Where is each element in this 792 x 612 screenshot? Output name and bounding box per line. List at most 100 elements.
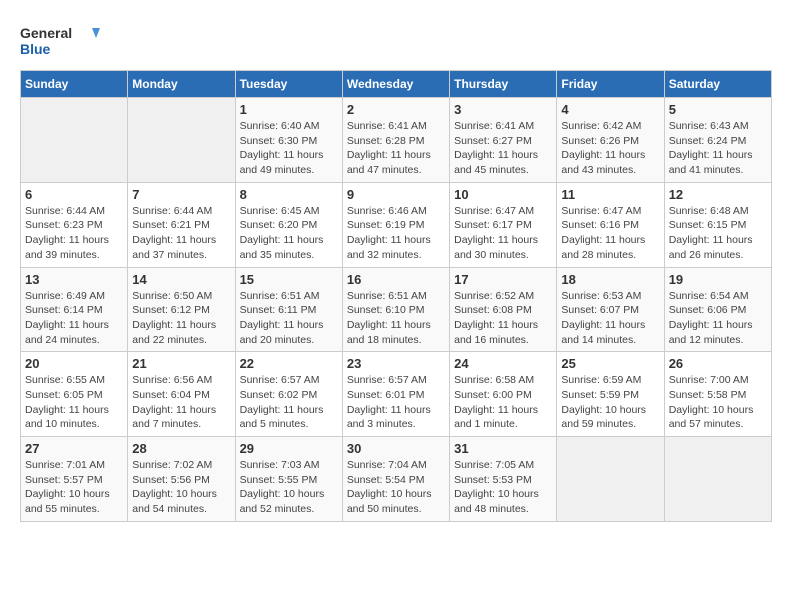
day-cell: 3 Sunrise: 6:41 AMSunset: 6:27 PMDaylight… [450, 98, 557, 183]
day-info: Sunrise: 6:47 AMSunset: 6:17 PMDaylight:… [454, 204, 552, 263]
day-info: Sunrise: 6:49 AMSunset: 6:14 PMDaylight:… [25, 289, 123, 348]
week-row-1: 1 Sunrise: 6:40 AMSunset: 6:30 PMDaylight… [21, 98, 772, 183]
day-cell: 9Sunrise: 6:46 AMSunset: 6:19 PMDaylight… [342, 182, 449, 267]
day-number: 21 [132, 356, 230, 371]
day-cell: 18Sunrise: 6:53 AMSunset: 6:07 PMDayligh… [557, 267, 664, 352]
day-info: Sunrise: 6:58 AMSunset: 6:00 PMDaylight:… [454, 373, 552, 432]
week-row-3: 13 Sunrise: 6:49 AMSunset: 6:14 PMDayligh… [21, 267, 772, 352]
weekday-header-sunday: Sunday [21, 71, 128, 98]
day-info: Sunrise: 7:02 AMSunset: 5:56 PMDaylight:… [132, 458, 230, 517]
day-info: Sunrise: 6:43 AMSunset: 6:24 PMDaylight:… [669, 119, 767, 178]
day-number: 8 [240, 187, 338, 202]
day-info: Sunrise: 6:54 AMSunset: 6:06 PMDaylight:… [669, 289, 767, 348]
day-info: Sunrise: 6:57 AMSunset: 6:01 PMDaylight:… [347, 373, 445, 432]
day-number: 25 [561, 356, 659, 371]
day-cell: 14 Sunrise: 6:50 AMSunset: 6:12 PMDayligh… [128, 267, 235, 352]
day-cell: 16 Sunrise: 6:51 AMSunset: 6:10 PMDayligh… [342, 267, 449, 352]
logo-svg: General Blue [20, 20, 100, 60]
day-info: Sunrise: 6:41 AMSunset: 6:28 PMDaylight:… [347, 119, 445, 178]
day-info: Sunrise: 6:50 AMSunset: 6:12 PMDaylight:… [132, 289, 230, 348]
week-row-2: 6 Sunrise: 6:44 AMSunset: 6:23 PMDaylight… [21, 182, 772, 267]
day-cell: 12Sunrise: 6:48 AMSunset: 6:15 PMDayligh… [664, 182, 771, 267]
day-info: Sunrise: 6:45 AMSunset: 6:20 PMDaylight:… [240, 204, 338, 263]
day-cell: 1 Sunrise: 6:40 AMSunset: 6:30 PMDaylight… [235, 98, 342, 183]
day-number: 18 [561, 272, 659, 287]
day-cell: 30 Sunrise: 7:04 AMSunset: 5:54 PMDayligh… [342, 437, 449, 522]
weekday-header-monday: Monday [128, 71, 235, 98]
day-number: 20 [25, 356, 123, 371]
weekday-header-row: SundayMondayTuesdayWednesdayThursdayFrid… [21, 71, 772, 98]
day-cell: 31 Sunrise: 7:05 AMSunset: 5:53 PMDayligh… [450, 437, 557, 522]
day-cell [128, 98, 235, 183]
day-cell: 17 Sunrise: 6:52 AMSunset: 6:08 PMDayligh… [450, 267, 557, 352]
day-number: 27 [25, 441, 123, 456]
day-cell: 23 Sunrise: 6:57 AMSunset: 6:01 PMDayligh… [342, 352, 449, 437]
day-number: 31 [454, 441, 552, 456]
day-info: Sunrise: 7:04 AMSunset: 5:54 PMDaylight:… [347, 458, 445, 517]
day-cell: 24Sunrise: 6:58 AMSunset: 6:00 PMDayligh… [450, 352, 557, 437]
day-info: Sunrise: 6:51 AMSunset: 6:11 PMDaylight:… [240, 289, 338, 348]
day-number: 1 [240, 102, 338, 117]
day-number: 26 [669, 356, 767, 371]
day-cell: 11Sunrise: 6:47 AMSunset: 6:16 PMDayligh… [557, 182, 664, 267]
day-info: Sunrise: 7:01 AMSunset: 5:57 PMDaylight:… [25, 458, 123, 517]
day-cell: 5Sunrise: 6:43 AMSunset: 6:24 PMDaylight… [664, 98, 771, 183]
day-info: Sunrise: 6:44 AMSunset: 6:21 PMDaylight:… [132, 204, 230, 263]
day-number: 30 [347, 441, 445, 456]
svg-text:General: General [20, 25, 72, 41]
day-number: 11 [561, 187, 659, 202]
day-number: 13 [25, 272, 123, 287]
day-info: Sunrise: 6:41 AMSunset: 6:27 PMDaylight:… [454, 119, 552, 178]
day-info: Sunrise: 6:55 AMSunset: 6:05 PMDaylight:… [25, 373, 123, 432]
day-cell [21, 98, 128, 183]
day-info: Sunrise: 6:40 AMSunset: 6:30 PMDaylight:… [240, 119, 338, 178]
day-number: 6 [25, 187, 123, 202]
day-cell: 7 Sunrise: 6:44 AMSunset: 6:21 PMDaylight… [128, 182, 235, 267]
week-row-4: 20 Sunrise: 6:55 AMSunset: 6:05 PMDayligh… [21, 352, 772, 437]
day-cell: 29 Sunrise: 7:03 AMSunset: 5:55 PMDayligh… [235, 437, 342, 522]
day-info: Sunrise: 6:52 AMSunset: 6:08 PMDaylight:… [454, 289, 552, 348]
day-cell: 20 Sunrise: 6:55 AMSunset: 6:05 PMDayligh… [21, 352, 128, 437]
day-info: Sunrise: 6:57 AMSunset: 6:02 PMDaylight:… [240, 373, 338, 432]
day-info: Sunrise: 6:56 AMSunset: 6:04 PMDaylight:… [132, 373, 230, 432]
day-number: 15 [240, 272, 338, 287]
day-info: Sunrise: 6:51 AMSunset: 6:10 PMDaylight:… [347, 289, 445, 348]
day-number: 12 [669, 187, 767, 202]
page-header: General Blue [20, 20, 772, 60]
day-number: 9 [347, 187, 445, 202]
day-info: Sunrise: 6:44 AMSunset: 6:23 PMDaylight:… [25, 204, 123, 263]
logo: General Blue [20, 20, 100, 60]
svg-text:Blue: Blue [20, 41, 51, 57]
calendar-table: SundayMondayTuesdayWednesdayThursdayFrid… [20, 70, 772, 522]
day-info: Sunrise: 6:42 AMSunset: 6:26 PMDaylight:… [561, 119, 659, 178]
day-cell: 13 Sunrise: 6:49 AMSunset: 6:14 PMDayligh… [21, 267, 128, 352]
day-number: 7 [132, 187, 230, 202]
day-number: 10 [454, 187, 552, 202]
week-row-5: 27 Sunrise: 7:01 AMSunset: 5:57 PMDayligh… [21, 437, 772, 522]
day-number: 16 [347, 272, 445, 287]
day-number: 23 [347, 356, 445, 371]
weekday-header-thursday: Thursday [450, 71, 557, 98]
day-cell [557, 437, 664, 522]
day-cell: 15 Sunrise: 6:51 AMSunset: 6:11 PMDayligh… [235, 267, 342, 352]
day-number: 2 [347, 102, 445, 117]
day-cell: 2 Sunrise: 6:41 AMSunset: 6:28 PMDaylight… [342, 98, 449, 183]
day-cell: 4Sunrise: 6:42 AMSunset: 6:26 PMDaylight… [557, 98, 664, 183]
day-number: 3 [454, 102, 552, 117]
day-number: 22 [240, 356, 338, 371]
day-cell: 26 Sunrise: 7:00 AMSunset: 5:58 PMDayligh… [664, 352, 771, 437]
day-cell: 19 Sunrise: 6:54 AMSunset: 6:06 PMDayligh… [664, 267, 771, 352]
weekday-header-wednesday: Wednesday [342, 71, 449, 98]
day-number: 17 [454, 272, 552, 287]
day-number: 14 [132, 272, 230, 287]
weekday-header-tuesday: Tuesday [235, 71, 342, 98]
day-number: 19 [669, 272, 767, 287]
weekday-header-friday: Friday [557, 71, 664, 98]
day-cell: 10 Sunrise: 6:47 AMSunset: 6:17 PMDayligh… [450, 182, 557, 267]
day-number: 28 [132, 441, 230, 456]
day-cell: 21 Sunrise: 6:56 AMSunset: 6:04 PMDayligh… [128, 352, 235, 437]
day-number: 29 [240, 441, 338, 456]
day-info: Sunrise: 7:00 AMSunset: 5:58 PMDaylight:… [669, 373, 767, 432]
day-info: Sunrise: 7:03 AMSunset: 5:55 PMDaylight:… [240, 458, 338, 517]
day-info: Sunrise: 7:05 AMSunset: 5:53 PMDaylight:… [454, 458, 552, 517]
